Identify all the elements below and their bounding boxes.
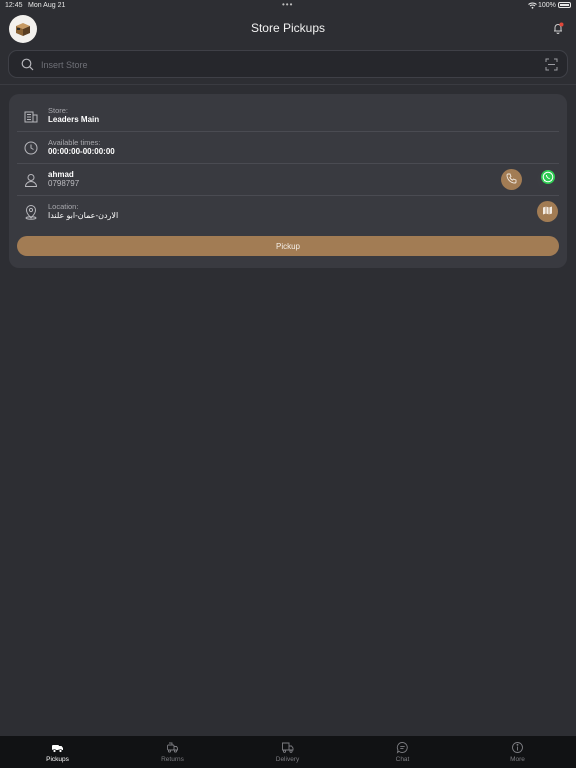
pickup-button[interactable]: Pickup	[17, 236, 559, 256]
contact-row: ahmad 0798797	[17, 164, 559, 196]
wifi-icon	[528, 2, 537, 11]
status-bar: 12:45 Mon Aug 21 ••• 100%	[0, 0, 576, 12]
bell-icon[interactable]	[551, 21, 565, 35]
tab-chat[interactable]: Chat	[345, 736, 460, 768]
delivery-truck-icon	[281, 741, 294, 754]
location-label: Location:	[48, 202, 79, 211]
header-divider	[0, 84, 576, 85]
contact-phone: 0798797	[48, 179, 80, 188]
user-icon	[23, 172, 39, 188]
page-title: Store Pickups	[250, 21, 326, 35]
building-icon	[23, 108, 39, 124]
location-pin-icon	[23, 204, 39, 220]
tab-returns[interactable]: Returns	[115, 736, 230, 768]
open-map-button[interactable]	[537, 201, 558, 222]
app-header: Store Pickups	[0, 12, 576, 46]
status-date: Mon Aug 21	[28, 2, 66, 9]
contact-name: ahmad	[48, 170, 74, 179]
whatsapp-icon	[540, 169, 556, 190]
chat-icon	[396, 741, 409, 754]
tab-label: Chat	[395, 756, 410, 763]
tab-label: Returns	[161, 756, 184, 763]
call-button[interactable]	[501, 169, 522, 190]
map-icon	[542, 203, 553, 221]
available-times-row: Available times: 00:00:00-00:00:00	[17, 132, 559, 164]
location-value: الاردن-عمان-ابو علندا	[48, 211, 119, 220]
whatsapp-button[interactable]	[537, 169, 558, 190]
multitasking-dots[interactable]: •••	[282, 0, 293, 9]
tab-more[interactable]: More	[460, 736, 575, 768]
store-label: Store:	[48, 106, 69, 115]
phone-icon	[506, 171, 517, 189]
search-icon	[21, 58, 34, 76]
available-times-label: Available times:	[48, 138, 101, 147]
tab-pickups[interactable]: Pickups	[0, 736, 115, 768]
store-row: Store: Leaders Main	[17, 100, 559, 132]
scan-icon[interactable]	[545, 58, 558, 76]
location-row: Location: الاردن-عمان-ابو علندا	[17, 196, 559, 228]
tab-label: More	[510, 756, 525, 763]
tab-label: Delivery	[275, 756, 300, 763]
pickups-icon	[51, 741, 64, 754]
returns-icon	[166, 741, 179, 754]
available-times-value: 00:00:00-00:00:00	[48, 147, 115, 156]
more-info-icon	[511, 741, 524, 754]
clock-icon	[23, 140, 39, 156]
store-search-input[interactable]	[41, 55, 521, 75]
store-pickups-screen: 12:45 Mon Aug 21 ••• 100% Store Pickups	[0, 0, 576, 768]
battery-percent: 100%	[538, 2, 556, 9]
store-pickup-card: Store: Leaders Main Available times: 00:…	[9, 94, 567, 268]
battery-icon	[558, 2, 571, 8]
status-time: 12:45	[5, 2, 23, 9]
tab-delivery[interactable]: Delivery	[230, 736, 345, 768]
store-name: Leaders Main	[48, 115, 100, 124]
bottom-tab-bar: Pickups Returns Delivery Chat More	[0, 736, 576, 768]
store-search-bar	[8, 50, 568, 78]
tab-label: Pickups	[46, 756, 69, 763]
